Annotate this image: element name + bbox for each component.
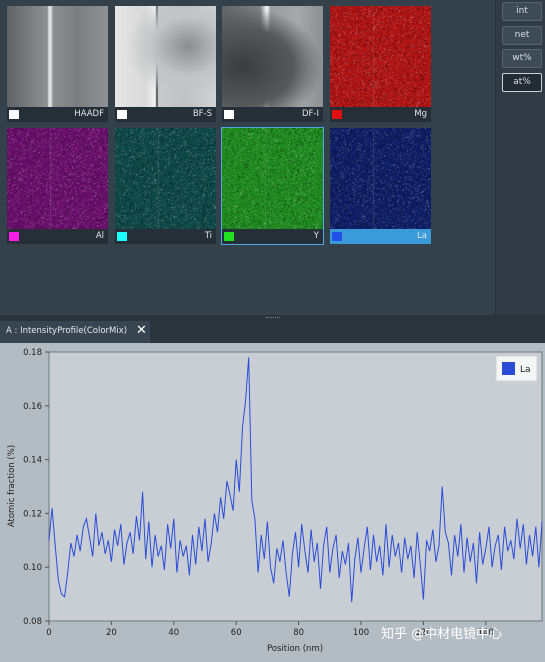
map-label-bar: Al [7,229,108,244]
map-image-la [330,128,431,229]
tab-bar: A : IntensityProfile(ColorMix) ✕ [0,321,545,343]
unit-button-wtpct[interactable]: wt% [502,49,542,68]
x-tick-label: 40 [168,628,179,638]
unit-button-atpct[interactable]: at% [502,72,542,92]
map-tile-bf-s[interactable]: BF-S [115,6,216,122]
legend: La [495,355,538,382]
map-label: Ti [204,231,212,241]
y-tick-label: 0.14 [23,456,42,466]
map-image-df-i [222,6,323,107]
map-label-bar: BF-S [115,107,216,122]
y-tick-label: 0.16 [23,402,42,412]
map-label: Al [95,231,104,241]
y-axis-label: Atomic fraction (%) [7,445,17,527]
legend-swatch-la [502,362,515,375]
map-label-bar: Y [222,229,323,244]
map-label: Y [313,231,319,241]
map-label-bar: Mg [330,107,431,122]
unit-button-int[interactable]: int [502,2,542,21]
map-label-bar: Ti [115,229,216,244]
map-tile-ti[interactable]: Ti [115,128,216,244]
map-label: BF-S [192,109,212,119]
map-tile-df-i[interactable]: DF-I [222,6,323,122]
legend-label-la: La [520,365,531,375]
map-tile-mg[interactable]: Mg [330,6,431,122]
y-tick-label: 0.10 [23,563,42,573]
plot-frame [48,351,543,622]
close-icon[interactable]: ✕ [136,323,147,338]
map-tile-la[interactable]: La [330,128,431,244]
map-label: Mg [414,109,427,119]
unit-button-net[interactable]: net [502,25,542,45]
color-swatch-ti[interactable] [117,232,127,241]
map-tile-al[interactable]: Al [7,128,108,244]
intensity-profile-chart: 0 20 40 60 80 100 120 1400.080.100.120.140.160.… [7,348,543,654]
color-swatch-haadf[interactable] [9,110,19,119]
map-tile-haadf[interactable]: HAADF [7,6,108,122]
unit-panel: int net wt% at% [495,0,545,315]
map-label: HAADF [74,109,104,119]
map-label-bar: HAADF [7,107,108,122]
y-tick-label: 0.08 [23,617,42,627]
map-label: DF-I [301,109,319,119]
map-label-bar: DF-I [222,107,323,122]
tab-intensity-profile[interactable]: A : IntensityProfile(ColorMix) ✕ [0,321,150,343]
x-axis-label: Position (nm) [267,644,323,654]
map-image-y [222,128,323,229]
element-map-panel: HAADF BF-S DF-I Mg Al Ti Y La [0,0,495,315]
x-tick-label: 60 [231,628,242,638]
x-tick-label: 20 [106,628,117,638]
map-label: La [417,231,427,241]
color-swatch-y[interactable] [224,232,234,241]
x-tick-label: 80 [293,628,304,638]
map-tile-y[interactable]: Y [221,127,324,245]
map-image-bf-s [115,6,216,107]
y-tick-label: 0.18 [23,348,42,358]
map-image-haadf [7,6,108,107]
map-image-al [7,128,108,229]
color-swatch-al[interactable] [9,232,19,241]
color-swatch-mg[interactable] [332,110,342,119]
color-swatch-bf-s[interactable] [117,110,127,119]
x-tick-label: 0 [46,628,51,638]
map-label-bar: La [330,229,431,244]
y-tick-label: 0.12 [23,509,42,519]
x-tick-label: 100 [353,628,369,638]
map-image-ti [115,128,216,229]
splitter-grip[interactable] [266,317,280,319]
color-swatch-df-i[interactable] [224,110,234,119]
map-image-mg [330,6,431,107]
color-swatch-la[interactable] [332,232,342,241]
tab-title: A : IntensityProfile(ColorMix) [6,326,128,336]
watermark-text: 知乎 @中材电镜中心 [381,626,502,642]
